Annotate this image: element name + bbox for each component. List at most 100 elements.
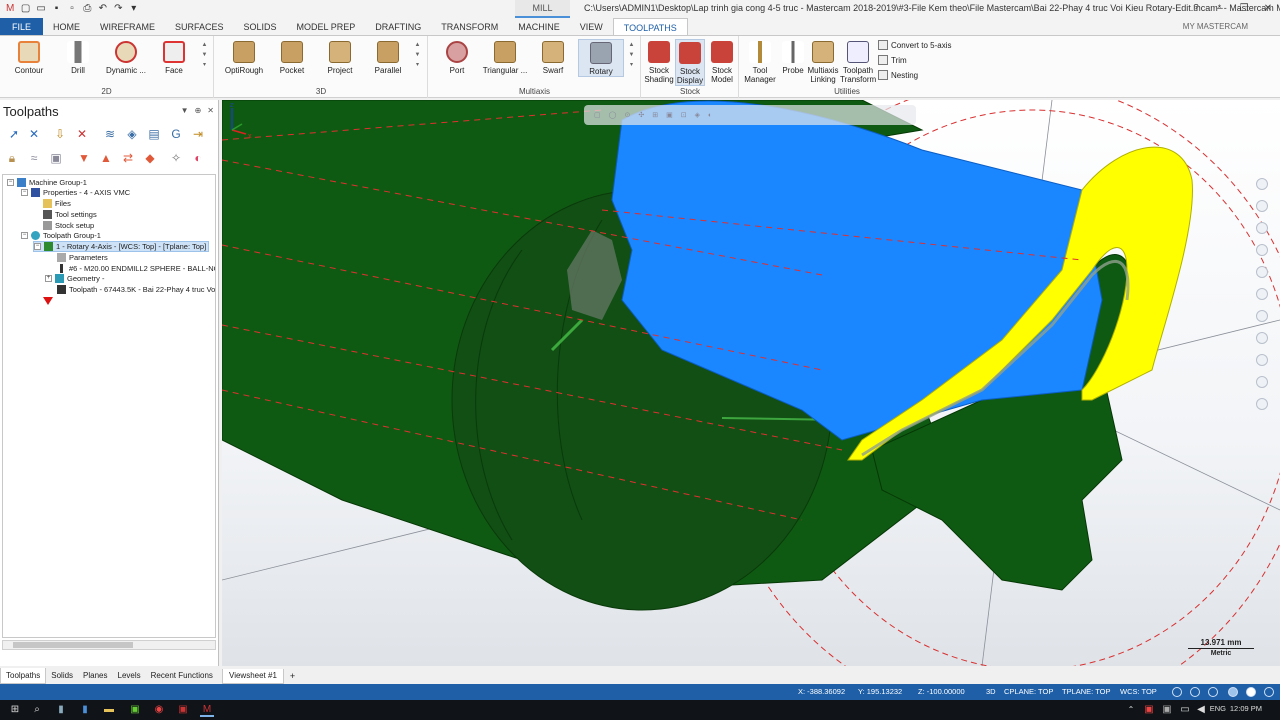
shading-icon[interactable] — [1256, 288, 1268, 300]
view-tool-icon[interactable]: ◈ — [695, 111, 700, 119]
rotary-button[interactable]: Rotary — [578, 39, 624, 77]
explorer-icon[interactable]: ▬ — [102, 703, 116, 717]
convert-5-axis-button[interactable]: Convert to 5-axis — [878, 40, 951, 50]
regenerate-dirty-icon[interactable]: ✕ — [74, 126, 90, 142]
wcs-status[interactable]: WCS: TOP — [1120, 687, 1157, 696]
open-folder-icon[interactable]: ▭ — [35, 2, 47, 16]
toggle-display-icon[interactable]: ≈ — [26, 150, 42, 166]
stock-shading-button[interactable]: Stock Shading — [644, 39, 674, 84]
tree-properties[interactable]: − Properties - 4 - AXIS VMC — [21, 187, 130, 198]
contour-button[interactable]: Contour — [6, 39, 52, 75]
swarf-button[interactable]: Swarf — [530, 39, 576, 75]
view-settings-icon[interactable] — [1256, 376, 1268, 388]
collapse-icon[interactable]: − — [7, 179, 14, 186]
select-all-icon[interactable]: ➚ — [6, 126, 22, 142]
tab-toolpaths[interactable]: TOOLPATHS — [612, 18, 688, 35]
view-tool-icon[interactable]: ◐ — [708, 112, 712, 119]
backplot-icon[interactable]: ≋ — [102, 126, 118, 142]
white-sphere-icon[interactable] — [1246, 687, 1256, 697]
zoom-out-icon[interactable] — [1256, 200, 1268, 212]
face-button[interactable]: Face — [151, 39, 197, 75]
move-up-icon[interactable]: ▲ — [98, 150, 114, 166]
panel-menu-icon[interactable]: ▼ — [181, 106, 189, 115]
post-g1-icon[interactable]: G — [168, 126, 184, 142]
tab-home[interactable]: HOME — [43, 18, 90, 35]
view-tool-icon[interactable]: ⊙ — [624, 111, 630, 119]
chrome-icon[interactable]: ◉ — [152, 703, 166, 717]
help-icon[interactable]: ◐ — [190, 150, 206, 166]
collapse-icon[interactable]: − — [21, 189, 28, 196]
tab-surfaces[interactable]: SURFACES — [165, 18, 234, 35]
dynamic-button[interactable]: Dynamic ... — [103, 39, 149, 75]
toolpath-transform-button[interactable]: Toolpath Transform — [840, 39, 876, 84]
tab-drafting[interactable]: DRAFTING — [365, 18, 431, 35]
tree-toolpath[interactable]: Toolpath - 67443.5K - Bai 22-Phay 4 truc… — [57, 284, 215, 295]
add-viewsheet-button[interactable]: + — [290, 671, 295, 681]
gallery-scroll-2d[interactable]: ▲ ▼ ▾ — [200, 40, 209, 70]
tree-operation[interactable]: −1 - Rotary 4-Axis - [WCS: Top] - [Tplan… — [33, 241, 210, 252]
print-icon[interactable]: ⎙ — [81, 2, 93, 16]
select-dirty-icon[interactable]: ✕ — [26, 126, 42, 142]
clear-icon[interactable] — [1256, 398, 1268, 410]
globe-icon[interactable] — [1190, 687, 1200, 697]
tplane-status[interactable]: TPLANE: TOP — [1062, 687, 1111, 696]
move-down-icon[interactable]: ▼ — [76, 150, 92, 166]
regenerate-icon[interactable]: ⇩ — [52, 126, 68, 142]
tab-solids[interactable]: SOLIDS — [234, 18, 287, 35]
move-after-icon[interactable]: ⇄ — [120, 150, 136, 166]
triangular-button[interactable]: Triangular ... — [482, 39, 528, 75]
tree-geometry[interactable]: + Geometry - — [45, 273, 105, 284]
measure-icon[interactable] — [1256, 354, 1268, 366]
word-icon[interactable]: ▮ — [78, 703, 92, 717]
view-tool-icon[interactable]: ▢ — [594, 111, 601, 119]
tab-solids-manager[interactable]: Solids — [46, 668, 78, 684]
pdf-icon[interactable]: ▣ — [176, 703, 190, 717]
view-tool-icon[interactable]: ⊞ — [652, 111, 658, 119]
post-selected-icon[interactable]: ⇥ — [190, 126, 206, 142]
close-button[interactable]: ✕ — [1256, 0, 1280, 18]
toggle-posting-icon[interactable]: ▣ — [48, 150, 64, 166]
language-indicator[interactable]: ENG — [1210, 704, 1226, 713]
gallery-scroll-3d[interactable]: ▲ ▼ ▾ — [413, 40, 422, 70]
tab-machine[interactable]: MACHINE — [508, 18, 570, 35]
tab-model-prep[interactable]: MODEL PREP — [287, 18, 366, 35]
tool-manager-button[interactable]: Tool Manager — [742, 39, 778, 84]
wire-sphere-icon[interactable] — [1264, 687, 1274, 697]
globe-icon[interactable] — [1172, 687, 1182, 697]
trim-button[interactable]: Trim — [878, 55, 907, 65]
parallel-button[interactable]: Parallel — [365, 39, 411, 75]
shaded-sphere-icon[interactable] — [1228, 687, 1238, 697]
tray-app-icon[interactable]: ▣ — [1160, 703, 1174, 717]
pocket-button[interactable]: Pocket — [269, 39, 315, 75]
new-file-icon[interactable]: ▢ — [19, 2, 31, 16]
collapse-icon[interactable]: − — [21, 232, 28, 239]
probe-button[interactable]: Probe — [778, 39, 808, 75]
windows-start-icon[interactable]: ⊞ — [8, 703, 22, 717]
scroll-thumb[interactable] — [13, 642, 133, 648]
tray-arrow-icon[interactable]: ⌃ — [1124, 703, 1138, 717]
volume-icon[interactable]: ◀ — [1194, 703, 1208, 717]
expand-icon[interactable]: + — [45, 275, 52, 282]
tree-toolpath-group[interactable]: − Toolpath Group-1 — [21, 230, 101, 241]
mode-3d[interactable]: 3D — [986, 687, 996, 696]
wireframe-icon[interactable] — [1256, 310, 1268, 322]
rotate-icon[interactable] — [1256, 222, 1268, 234]
cplane-status[interactable]: CPLANE: TOP — [1004, 687, 1053, 696]
save-as-icon[interactable]: ▫ — [66, 2, 78, 16]
view-tool-icon[interactable]: ▣ — [666, 111, 673, 119]
lock-icon[interactable]: 🔒︎ — [4, 150, 20, 166]
tab-levels-manager[interactable]: Levels — [113, 668, 146, 684]
tab-file[interactable]: FILE — [0, 18, 44, 35]
minimize-button[interactable]: – — [1208, 0, 1232, 18]
zoom-in-icon[interactable] — [1256, 178, 1268, 190]
network-icon[interactable]: ▭ — [1178, 703, 1192, 717]
port-button[interactable]: Port — [434, 39, 480, 75]
globe-icon[interactable] — [1208, 687, 1218, 697]
save-icon[interactable]: ▪ — [50, 2, 62, 16]
highlight-icon[interactable]: ✧ — [168, 150, 184, 166]
fit-icon[interactable] — [1256, 266, 1268, 278]
taskview-icon[interactable]: ▮ — [54, 703, 68, 717]
pin-icon[interactable]: ⊕ — [195, 106, 202, 115]
floating-view-toolbar[interactable]: ▢ ◯ ⊙ ✣ ⊞ ▣ ⊡ ◈ ◐ — [584, 105, 916, 125]
tab-toolpaths-manager[interactable]: Toolpaths — [0, 668, 47, 684]
